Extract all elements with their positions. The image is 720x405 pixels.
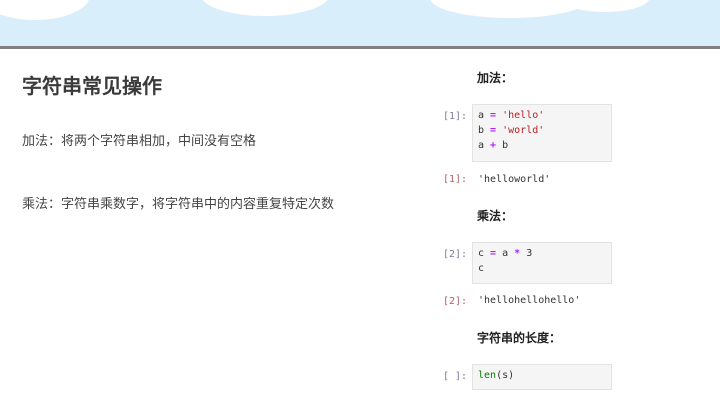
code-token: c [478,248,491,259]
code-token: a [478,140,491,151]
code-line: b = 'world' [478,123,606,138]
notebook-heading-multiplication: 乘法： [477,209,514,223]
slide-paragraph-addition: 加法：将两个字符串相加，中间没有空格 [22,134,257,149]
code-line: len(s) [478,368,606,383]
cell-1-out-prompt: [1]: [443,174,468,185]
cell-2-out-prompt: [2]: [443,296,468,307]
cell-2-in-prompt: [2]: [443,249,468,260]
code-token: b [496,140,509,151]
code-line: a = 'hello' [478,108,606,123]
code-token: b [478,125,491,136]
code-token: a [478,110,491,121]
code-line: c = a * 3 [478,246,606,261]
cloud-left [0,0,90,20]
code-token: 3 [520,248,533,259]
cell-2-output: 'hellohellohello' [478,295,581,306]
code-token: c [478,263,485,274]
code-token: a [496,248,515,259]
cloud-center [200,0,330,16]
notebook-heading-addition: 加法： [477,71,514,85]
cell-1-output: 'helloworld' [478,174,551,185]
code-cell-2[interactable]: c = a * 3c [472,242,612,284]
code-token: len [478,370,497,381]
slide-paragraph-multiplication: 乘法：字符串乘数字，将字符串中的内容重复特定次数 [22,197,335,212]
code-token: (s) [496,370,515,381]
cell-1-in-prompt: [1]: [443,111,468,122]
cell-3-in-prompt: [ ]: [443,371,468,382]
code-cell-1[interactable]: a = 'hello' b = 'world' a + b [472,104,612,162]
code-token: 'world' [502,125,545,136]
banner-divider [0,46,720,49]
code-cell-3[interactable]: len(s) [472,364,612,390]
cloud-right-small [560,0,650,12]
sky-banner [0,0,720,46]
notebook-heading-length: 字符串的长度： [477,331,562,345]
code-line: a + b [478,138,606,153]
code-token: 'hello' [502,110,545,121]
code-line: c [478,261,606,276]
slide-title: 字符串常见操作 [22,74,162,98]
